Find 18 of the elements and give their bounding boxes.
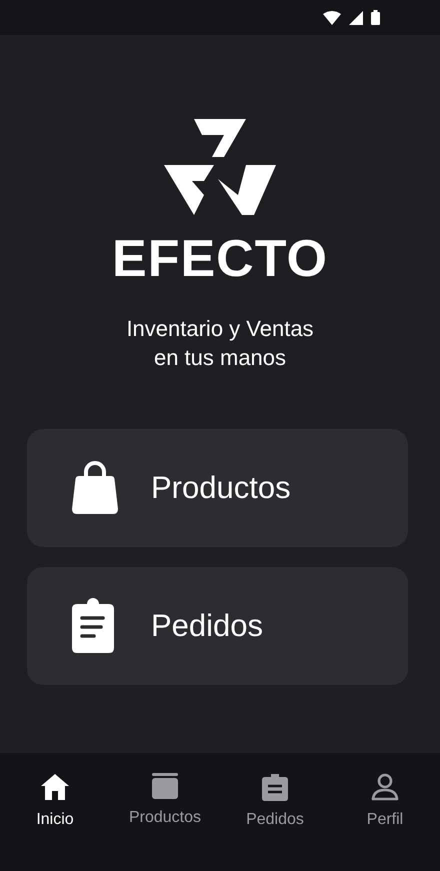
logo-icon (164, 119, 276, 215)
menu-card[interactable]: Productos (27, 429, 408, 547)
brand-name: EFECTO (112, 231, 328, 287)
clipboard-icon (71, 598, 115, 654)
box-icon (152, 773, 178, 799)
nav-tab[interactable]: Inicio (0, 773, 110, 829)
person-icon (371, 773, 399, 801)
home-icon (41, 773, 69, 801)
nav-tab[interactable]: Productos (110, 773, 220, 827)
battery-icon (371, 10, 380, 25)
signal-icon (349, 10, 363, 24)
nav-tab[interactable]: Pedidos (220, 773, 330, 829)
menu-card[interactable]: Pedidos (27, 567, 408, 685)
shopping-bag-icon (71, 461, 119, 515)
tagline: Inventario y Ventas en tus manos (126, 315, 314, 372)
nav-tab[interactable]: Perfil (330, 773, 440, 829)
clipboard-icon (262, 773, 288, 801)
wifi-icon (323, 10, 341, 24)
